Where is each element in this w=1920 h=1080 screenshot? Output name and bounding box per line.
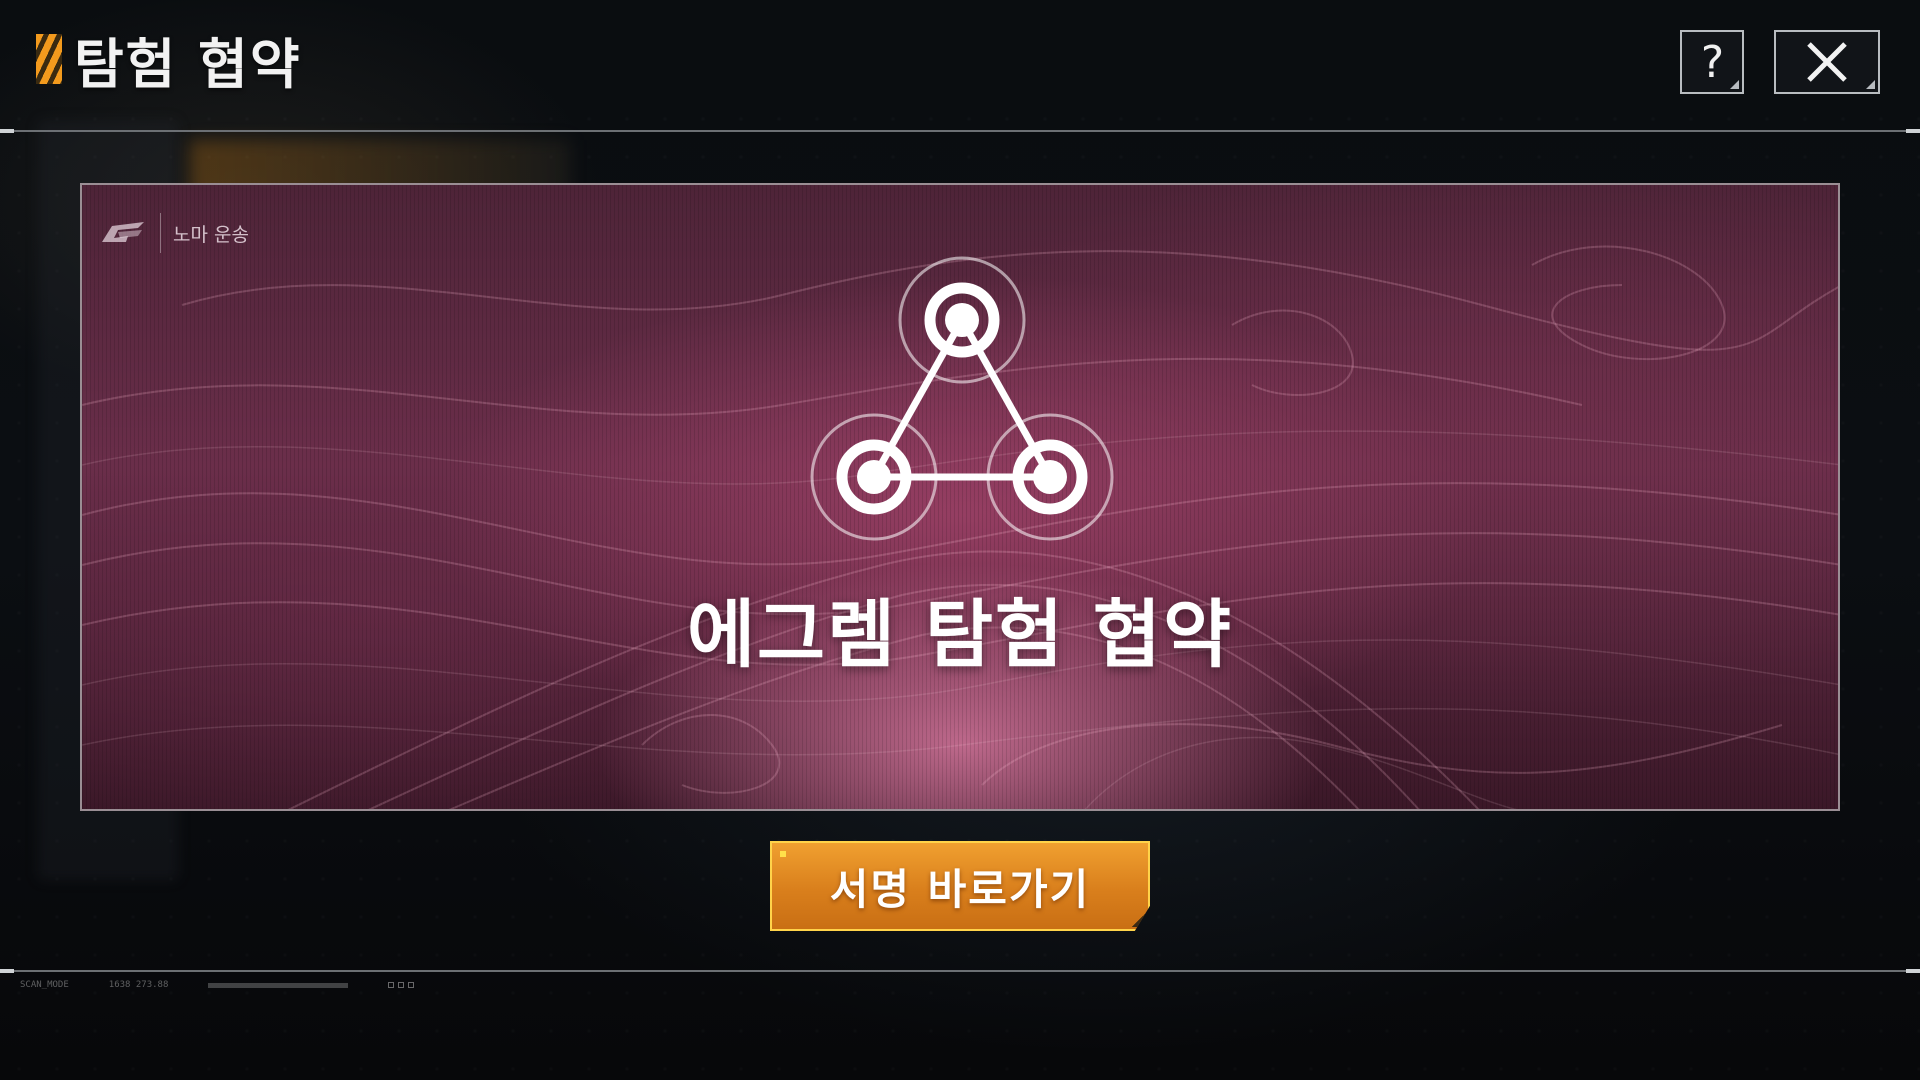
help-button[interactable]: ? (1680, 30, 1744, 94)
close-button[interactable] (1774, 30, 1880, 94)
hud-bar (208, 982, 349, 988)
footer-divider (0, 969, 1920, 973)
banner-corner-top-right (1828, 185, 1838, 195)
banner-corner-bottom-left (82, 799, 92, 809)
brand-name: 노마 운송 (173, 223, 249, 246)
header: 탐험 협약 (36, 26, 302, 96)
banner-corner-top-left (82, 185, 92, 195)
footer-hud: SCAN_MODE 1638 273.88 (20, 980, 415, 990)
banner-corner-bottom-right (1828, 799, 1838, 809)
hud-mode: SCAN_MODE (20, 980, 69, 990)
brand-tag: 노마 운송 (98, 213, 249, 253)
hud-coords: 1638 273.88 (108, 980, 169, 990)
close-icon (1807, 42, 1847, 82)
help-icon: ? (1698, 36, 1726, 88)
hud-indicators (388, 982, 415, 988)
page-title: 탐험 협약 (74, 32, 302, 96)
triangle-nodes-icon (810, 256, 1114, 541)
banner-title: 에그렘 탐험 협약 (686, 592, 1234, 678)
brand-separator (160, 213, 161, 253)
go-to-sign-label: 서명 바로가기 (829, 864, 1091, 914)
go-to-sign-button[interactable]: 서명 바로가기 (770, 841, 1150, 931)
header-divider (0, 129, 1920, 133)
cta-corner-dot (780, 851, 786, 857)
expedition-pact-banner[interactable]: 노마 운송 에그렘 탐험 협약 (80, 183, 1840, 811)
noma-logo-icon (102, 222, 144, 242)
title-accent-stripes (36, 34, 62, 84)
